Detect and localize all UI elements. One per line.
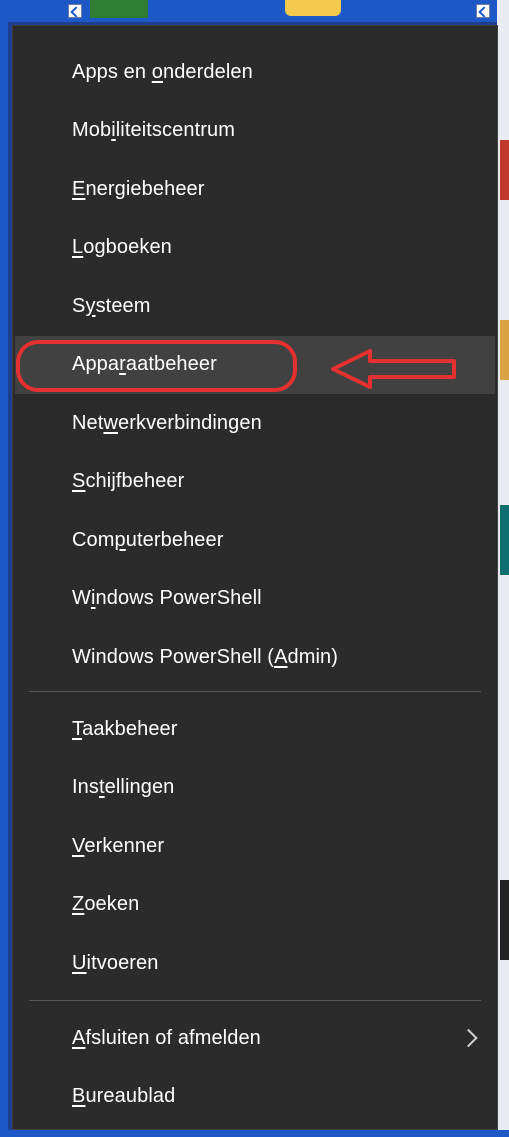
menu-item-label: Energiebeheer xyxy=(72,178,205,201)
label-text: Apps en xyxy=(72,60,152,83)
accelerator-key: S xyxy=(72,470,86,492)
desktop-folder-icon[interactable] xyxy=(285,0,341,16)
label-text: itvoeren xyxy=(86,951,159,974)
desktop-app-icon[interactable] xyxy=(500,880,509,960)
winx-context-menu: Apps en onderdelen Mobiliteitscentrum Ener… xyxy=(12,25,498,1130)
menu-item-label: Mobiliteitscentrum xyxy=(72,119,235,142)
label-text: S xyxy=(72,294,86,317)
accelerator-key: Z xyxy=(72,893,85,915)
desktop-background-left xyxy=(0,0,8,1137)
label-text: nergiebeheer xyxy=(85,177,205,200)
desktop-app-icon[interactable] xyxy=(500,140,509,200)
label-text: Mob xyxy=(72,119,112,141)
label-text: aakbeheer xyxy=(82,717,178,740)
menu-item-powershell[interactable]: Windows PowerShell xyxy=(15,570,495,628)
label-text: oeken xyxy=(84,893,140,915)
shortcut-arrow-icon xyxy=(476,4,490,18)
accelerator-key: A xyxy=(72,1026,86,1049)
accelerator-key: V xyxy=(72,834,85,857)
label-text: ellingen xyxy=(104,776,175,798)
desktop-app-icon[interactable] xyxy=(90,0,148,18)
desktop-app-icon[interactable] xyxy=(500,320,509,380)
menu-item-label: Instellingen xyxy=(72,776,174,799)
menu-separator xyxy=(29,691,481,692)
label-text: uterbeheer xyxy=(125,528,224,551)
menu-item-power[interactable]: Energiebeheer xyxy=(15,160,495,218)
label-text: Net xyxy=(72,411,104,434)
desktop-background-bottom xyxy=(0,1130,509,1137)
menu-item-label: Computerbeheer xyxy=(72,529,224,552)
menu-item-label: Zoeken xyxy=(72,893,139,916)
menu-item-label: Bureaublad xyxy=(72,1085,175,1108)
label-text: nderdelen xyxy=(162,60,253,83)
menu-item-system[interactable]: Systeem xyxy=(15,277,495,335)
label-text: Appa xyxy=(72,353,120,375)
label-text: Com xyxy=(72,528,115,551)
label-text: ndows PowerShell xyxy=(95,587,262,609)
menu-item-explorer[interactable]: Verkenner xyxy=(15,817,495,875)
menu-item-label: Schijfbeheer xyxy=(72,470,184,493)
label-text: W xyxy=(72,587,91,609)
menu-item-mobility[interactable]: Mobiliteitscentrum xyxy=(15,102,495,160)
chevron-right-icon xyxy=(459,1028,478,1048)
label-text: ogboeken xyxy=(83,236,172,258)
screen: Apps en onderdelen Mobiliteitscentrum Ener… xyxy=(0,0,509,1137)
menu-item-powershell-admin[interactable]: Windows PowerShell (Admin) xyxy=(15,628,495,686)
menu-item-label: Logboeken xyxy=(72,236,172,259)
menu-item-label: Taakbeheer xyxy=(72,718,178,741)
accelerator-key: L xyxy=(72,236,84,258)
menu-item-devmgr[interactable]: Apparaatbeheer xyxy=(15,335,495,394)
menu-item-search[interactable]: Zoeken xyxy=(15,876,495,934)
label-text: aatbeheer xyxy=(125,353,217,375)
accelerator-key: B xyxy=(72,1085,86,1107)
menu-item-label: Netwerkverbindingen xyxy=(72,412,262,435)
menu-separator xyxy=(29,1000,481,1001)
menu-item-label: Apparaatbeheer xyxy=(72,353,217,376)
menu-item-desktop[interactable]: Bureaublad xyxy=(15,1068,495,1126)
shortcut-arrow-icon xyxy=(68,4,82,18)
menu-item-label: Windows PowerShell (Admin) xyxy=(72,646,338,669)
menu-item-label: Systeem xyxy=(72,295,151,318)
menu-item-label: Apps en onderdelen xyxy=(72,61,253,84)
accelerator-key: U xyxy=(72,951,87,974)
accelerator-key: w xyxy=(103,411,118,434)
menu-item-network[interactable]: Netwerkverbindingen xyxy=(15,394,495,452)
menu-item-taskmgr[interactable]: Taakbeheer xyxy=(15,700,495,758)
label-text: Ins xyxy=(72,776,99,798)
label-text: erkenner xyxy=(84,834,165,857)
accelerator-key: y xyxy=(85,294,96,317)
accelerator-key: o xyxy=(151,60,163,83)
accelerator-key: r xyxy=(119,353,126,375)
label-text: Windows PowerShell ( xyxy=(72,645,275,668)
menu-item-eventlog[interactable]: Logboeken xyxy=(15,219,495,277)
menu-item-settings[interactable]: Instellingen xyxy=(15,759,495,817)
menu-item-computer[interactable]: Computerbeheer xyxy=(15,511,495,569)
label-text: fsluiten of afmelden xyxy=(85,1026,261,1049)
menu-item-label: Afsluiten of afmelden xyxy=(72,1027,261,1050)
menu-item-run[interactable]: Uitvoeren xyxy=(15,934,495,992)
label-text: ureaublad xyxy=(85,1085,176,1107)
menu-item-apps[interactable]: Apps en onderdelen xyxy=(15,43,495,101)
accelerator-key: p xyxy=(114,528,126,551)
label-text: liteitscentrum xyxy=(115,119,235,141)
menu-item-label: Uitvoeren xyxy=(72,952,159,975)
menu-item-disk[interactable]: Schijfbeheer xyxy=(15,453,495,511)
accelerator-key: E xyxy=(72,177,86,200)
accelerator-key: A xyxy=(274,645,288,668)
label-text: dmin) xyxy=(287,645,339,668)
menu-item-label: Verkenner xyxy=(72,835,164,858)
menu-item-shutdown[interactable]: Afsluiten of afmelden xyxy=(15,1009,495,1067)
desktop-app-icon[interactable] xyxy=(500,505,509,575)
accelerator-key: T xyxy=(72,717,83,740)
label-text: steem xyxy=(95,294,151,317)
label-text: erkverbindingen xyxy=(117,411,262,434)
menu-item-label: Windows PowerShell xyxy=(72,587,262,610)
label-text: chijfbeheer xyxy=(85,470,185,492)
